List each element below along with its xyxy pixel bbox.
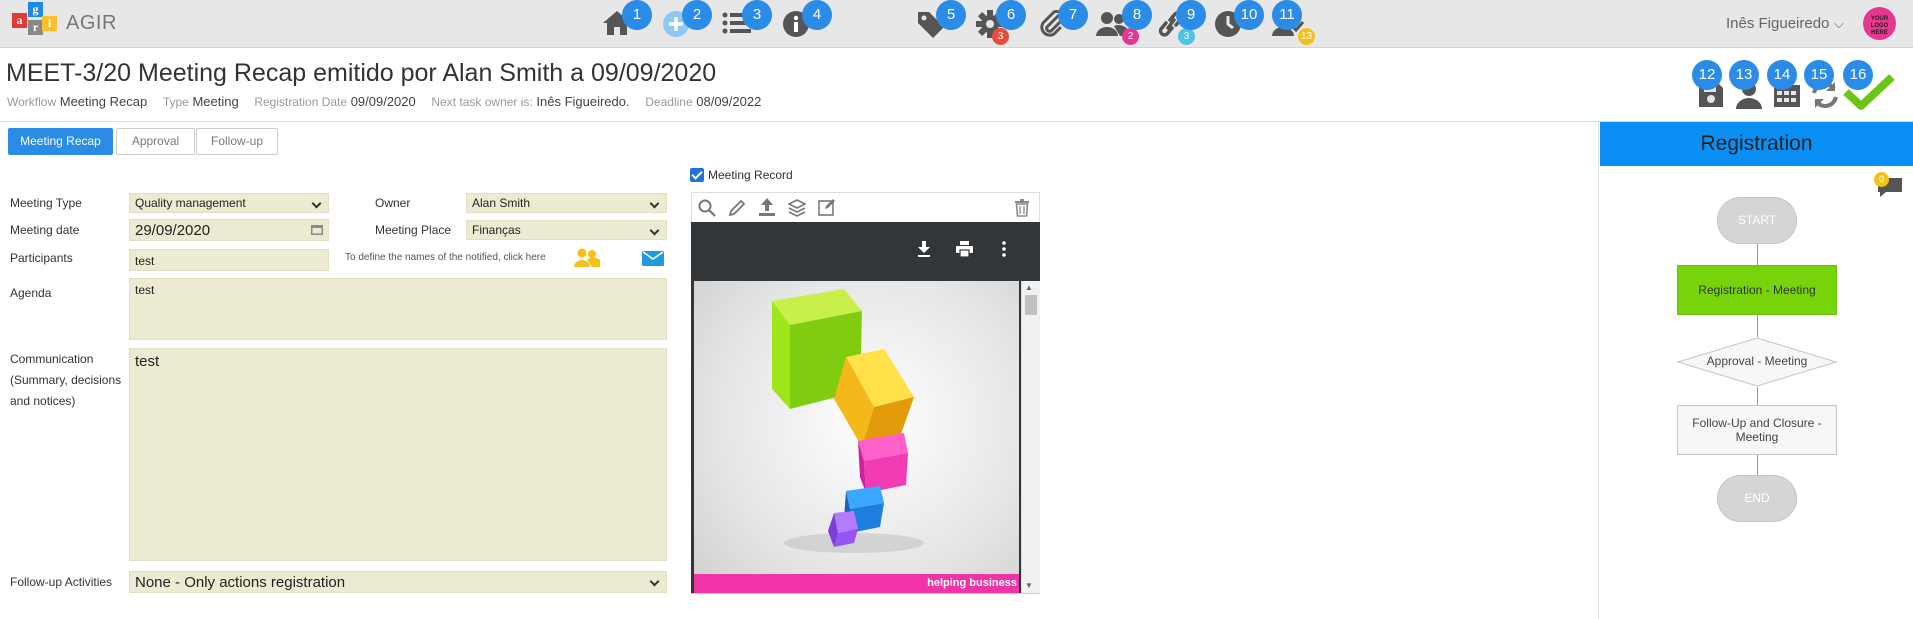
nav-list-button[interactable]: 3: [720, 0, 772, 42]
meeting-type-select[interactable]: Quality management: [129, 193, 329, 213]
nav-links-button[interactable]: 3 9: [1154, 0, 1206, 45]
group-users-icon[interactable]: [574, 248, 600, 268]
pdf-page: helping business: [694, 281, 1019, 593]
scrollbar-thumb[interactable]: [1025, 295, 1037, 315]
meeting-place-select[interactable]: Finanças: [466, 220, 667, 240]
communication-label: Communication: [10, 352, 94, 366]
workflow-connector: [1757, 387, 1758, 405]
meeting-record-label: Meeting Record: [708, 168, 793, 182]
document-banner: helping business: [694, 574, 1019, 593]
notify-hint[interactable]: To define the names of the notified, cli…: [345, 252, 546, 263]
user-menu-name[interactable]: Inês Figueiredo: [1726, 15, 1829, 32]
document-toolbar: [691, 192, 1040, 222]
nav-tasks-button[interactable]: 13 11: [1270, 0, 1315, 45]
meeting-date-label: Meeting date: [10, 223, 80, 237]
nav-history-button[interactable]: 10: [1212, 0, 1264, 42]
page-title: MEET-3/20 Meeting Recap emitido por Alan…: [6, 59, 717, 87]
nav-add-button[interactable]: 2: [660, 0, 712, 42]
meeting-type-label: Meeting Type: [10, 196, 82, 210]
users-count-badge: 2: [1122, 28, 1139, 45]
nav-attachments-button[interactable]: 7: [1036, 0, 1088, 42]
chevron-down-icon[interactable]: ⌵: [1834, 16, 1844, 32]
tab-meeting-recap[interactable]: Meeting Recap: [8, 128, 113, 155]
workflow-step-followup[interactable]: Follow-Up and Closure - Meeting: [1677, 405, 1837, 455]
app-name: AGIR: [66, 12, 117, 34]
search-icon[interactable]: [698, 199, 716, 217]
meeting-place-label: Meeting Place: [375, 223, 452, 237]
meeting-date-input[interactable]: 29/09/2020: [129, 219, 329, 241]
top-bar: a g r i AGIR 1 2 3 4 5 3 6 7 2 8 3 9 10 …: [0, 0, 1913, 48]
app-logo[interactable]: a g r i: [10, 2, 58, 44]
followup-activities-select[interactable]: None - Only actions registration: [129, 571, 667, 593]
owner-label: Owner: [375, 196, 411, 210]
record-meta: Workflow Meeting Recap Type Meeting Regi…: [7, 94, 762, 109]
trash-icon[interactable]: [1014, 199, 1030, 217]
scroll-up-icon[interactable]: ▲: [1025, 283, 1033, 292]
download-icon[interactable]: [917, 241, 931, 257]
settings-count-badge: 3: [992, 28, 1009, 45]
owner-select[interactable]: Alan Smith: [466, 193, 667, 213]
followup-activities-label: Follow-up Activities: [10, 575, 113, 589]
tab-follow-up[interactable]: Follow-up: [196, 128, 278, 155]
workflow-step-registration[interactable]: Registration - Meeting: [1677, 265, 1837, 315]
pencil-icon[interactable]: [728, 199, 746, 217]
participants-label: Participants: [10, 251, 73, 265]
upload-icon[interactable]: [758, 197, 776, 217]
pdf-scrollbar[interactable]: ▲ ▼: [1021, 281, 1040, 593]
links-count-badge: 3: [1178, 28, 1195, 45]
workflow-connector: [1757, 455, 1758, 475]
communication-textarea[interactable]: test: [129, 348, 667, 561]
workflow-connector: [1757, 244, 1758, 265]
tasks-count-badge: 13: [1298, 28, 1315, 45]
comments-count-badge: 0: [1874, 172, 1889, 187]
meeting-record-checkbox[interactable]: [690, 168, 704, 182]
print-icon[interactable]: [956, 241, 973, 257]
viewer-bottom-border: [691, 593, 1040, 594]
workflow-panel-title: Registration: [1600, 122, 1913, 166]
calendar-icon[interactable]: [311, 223, 323, 235]
avatar[interactable]: YOUR LOGO HERE: [1863, 7, 1896, 40]
tab-approval[interactable]: Approval: [116, 128, 195, 155]
participants-input[interactable]: test: [129, 249, 329, 271]
edit-note-icon[interactable]: [818, 198, 836, 216]
scroll-down-icon[interactable]: ▼: [1025, 581, 1033, 590]
assign-user-button[interactable]: 13: [1729, 60, 1769, 112]
workflow-connector: [1757, 315, 1758, 337]
approve-button[interactable]: 16: [1843, 60, 1895, 112]
nav-users-button[interactable]: 2 8: [1094, 0, 1152, 45]
nav-home-button[interactable]: 1: [600, 0, 652, 42]
communication-label-line3: and notices): [10, 394, 76, 408]
workflow-step-approval[interactable]: Approval - Meeting: [1677, 337, 1837, 387]
workflow-end-node[interactable]: END: [1717, 475, 1797, 522]
nav-info-button[interactable]: 4: [780, 0, 832, 42]
layers-icon[interactable]: [788, 199, 806, 217]
agenda-label: Agenda: [10, 286, 52, 300]
more-vertical-icon[interactable]: [1002, 241, 1006, 257]
communication-label-line2: (Summary, decisions: [10, 373, 122, 387]
schedule-button[interactable]: 14: [1767, 60, 1807, 112]
refresh-button[interactable]: 15: [1804, 60, 1844, 112]
email-icon[interactable]: [642, 251, 664, 266]
stacked-cubes-image: [772, 289, 924, 553]
nav-settings-button[interactable]: 3 6: [974, 0, 1026, 45]
nav-tags-button[interactable]: 5: [914, 0, 966, 42]
agenda-textarea[interactable]: test: [129, 278, 667, 340]
workflow-start-node[interactable]: START: [1717, 197, 1797, 244]
save-button[interactable]: 12: [1692, 60, 1732, 112]
